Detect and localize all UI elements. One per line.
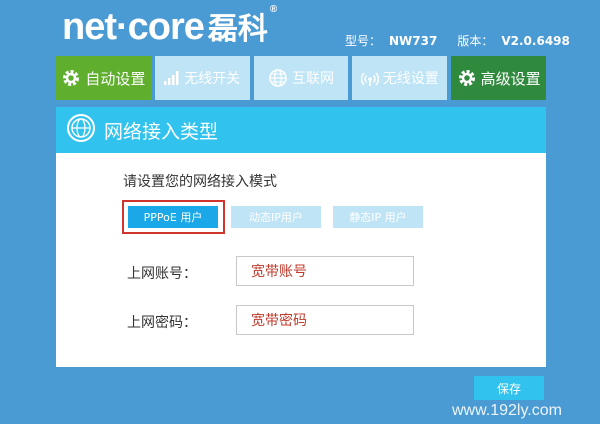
globe-icon [66,113,96,147]
mode-pppoe-button[interactable]: PPPoE 用户 [128,206,218,228]
nav-auto-setup[interactable]: 自动设置 [56,56,151,100]
logo-cn: 磊科 [207,12,268,47]
version-label: 版本： [457,34,494,48]
main-nav: 自动设置 无线开关 互联网 无线设置 高级设置 [56,56,546,100]
password-input[interactable] [236,305,414,335]
account-label: 上网账号： [127,266,197,282]
watermark: www.192ly.com [452,402,562,419]
logo-latin: net·core [62,6,205,48]
nav-advanced-settings[interactable]: 高级设置 [451,56,546,100]
mode-static-ip-button[interactable]: 静态IP 用户 [333,206,423,228]
gear-icon [61,68,81,88]
panel-header: 网络接入类型 [56,107,546,153]
save-button[interactable]: 保存 [474,376,544,400]
model-label: 型号： [345,34,382,48]
panel-body: 请设置您的网络接入模式 PPPoE 用户 动态IP用户 静态IP 用户 上网账号… [56,153,546,367]
nav-wireless-switch-label: 无线开关 [184,71,241,87]
nav-internet-label: 互联网 [291,71,334,87]
nav-wireless-switch[interactable]: 无线开关 [154,56,250,100]
device-info: 型号： NW737 版本： V2.0.6498 [345,32,570,49]
globe-icon [268,68,288,88]
logo-registered: ® [269,4,277,15]
password-label: 上网密码： [127,315,197,331]
gear-icon [457,68,477,88]
nav-internet[interactable]: 互联网 [253,56,349,100]
model-value: NW737 [389,34,438,48]
nav-advanced-settings-label: 高级设置 [480,69,541,88]
panel-title: 网络接入类型 [104,120,219,143]
version-value: V2.0.6498 [501,34,570,48]
mode-dhcp-button[interactable]: 动态IP用户 [231,206,321,228]
mode-prompt: 请设置您的网络接入模式 [123,174,277,190]
nav-auto-setup-label: 自动设置 [85,69,146,88]
nav-wireless-settings-label: 无线设置 [382,71,439,87]
signal-bars-icon [164,71,180,85]
wifi-icon [360,70,379,86]
nav-wireless-settings[interactable]: 无线设置 [352,56,448,100]
account-input[interactable] [236,256,414,286]
netcore-logo: net·core 磊科® [62,4,277,49]
